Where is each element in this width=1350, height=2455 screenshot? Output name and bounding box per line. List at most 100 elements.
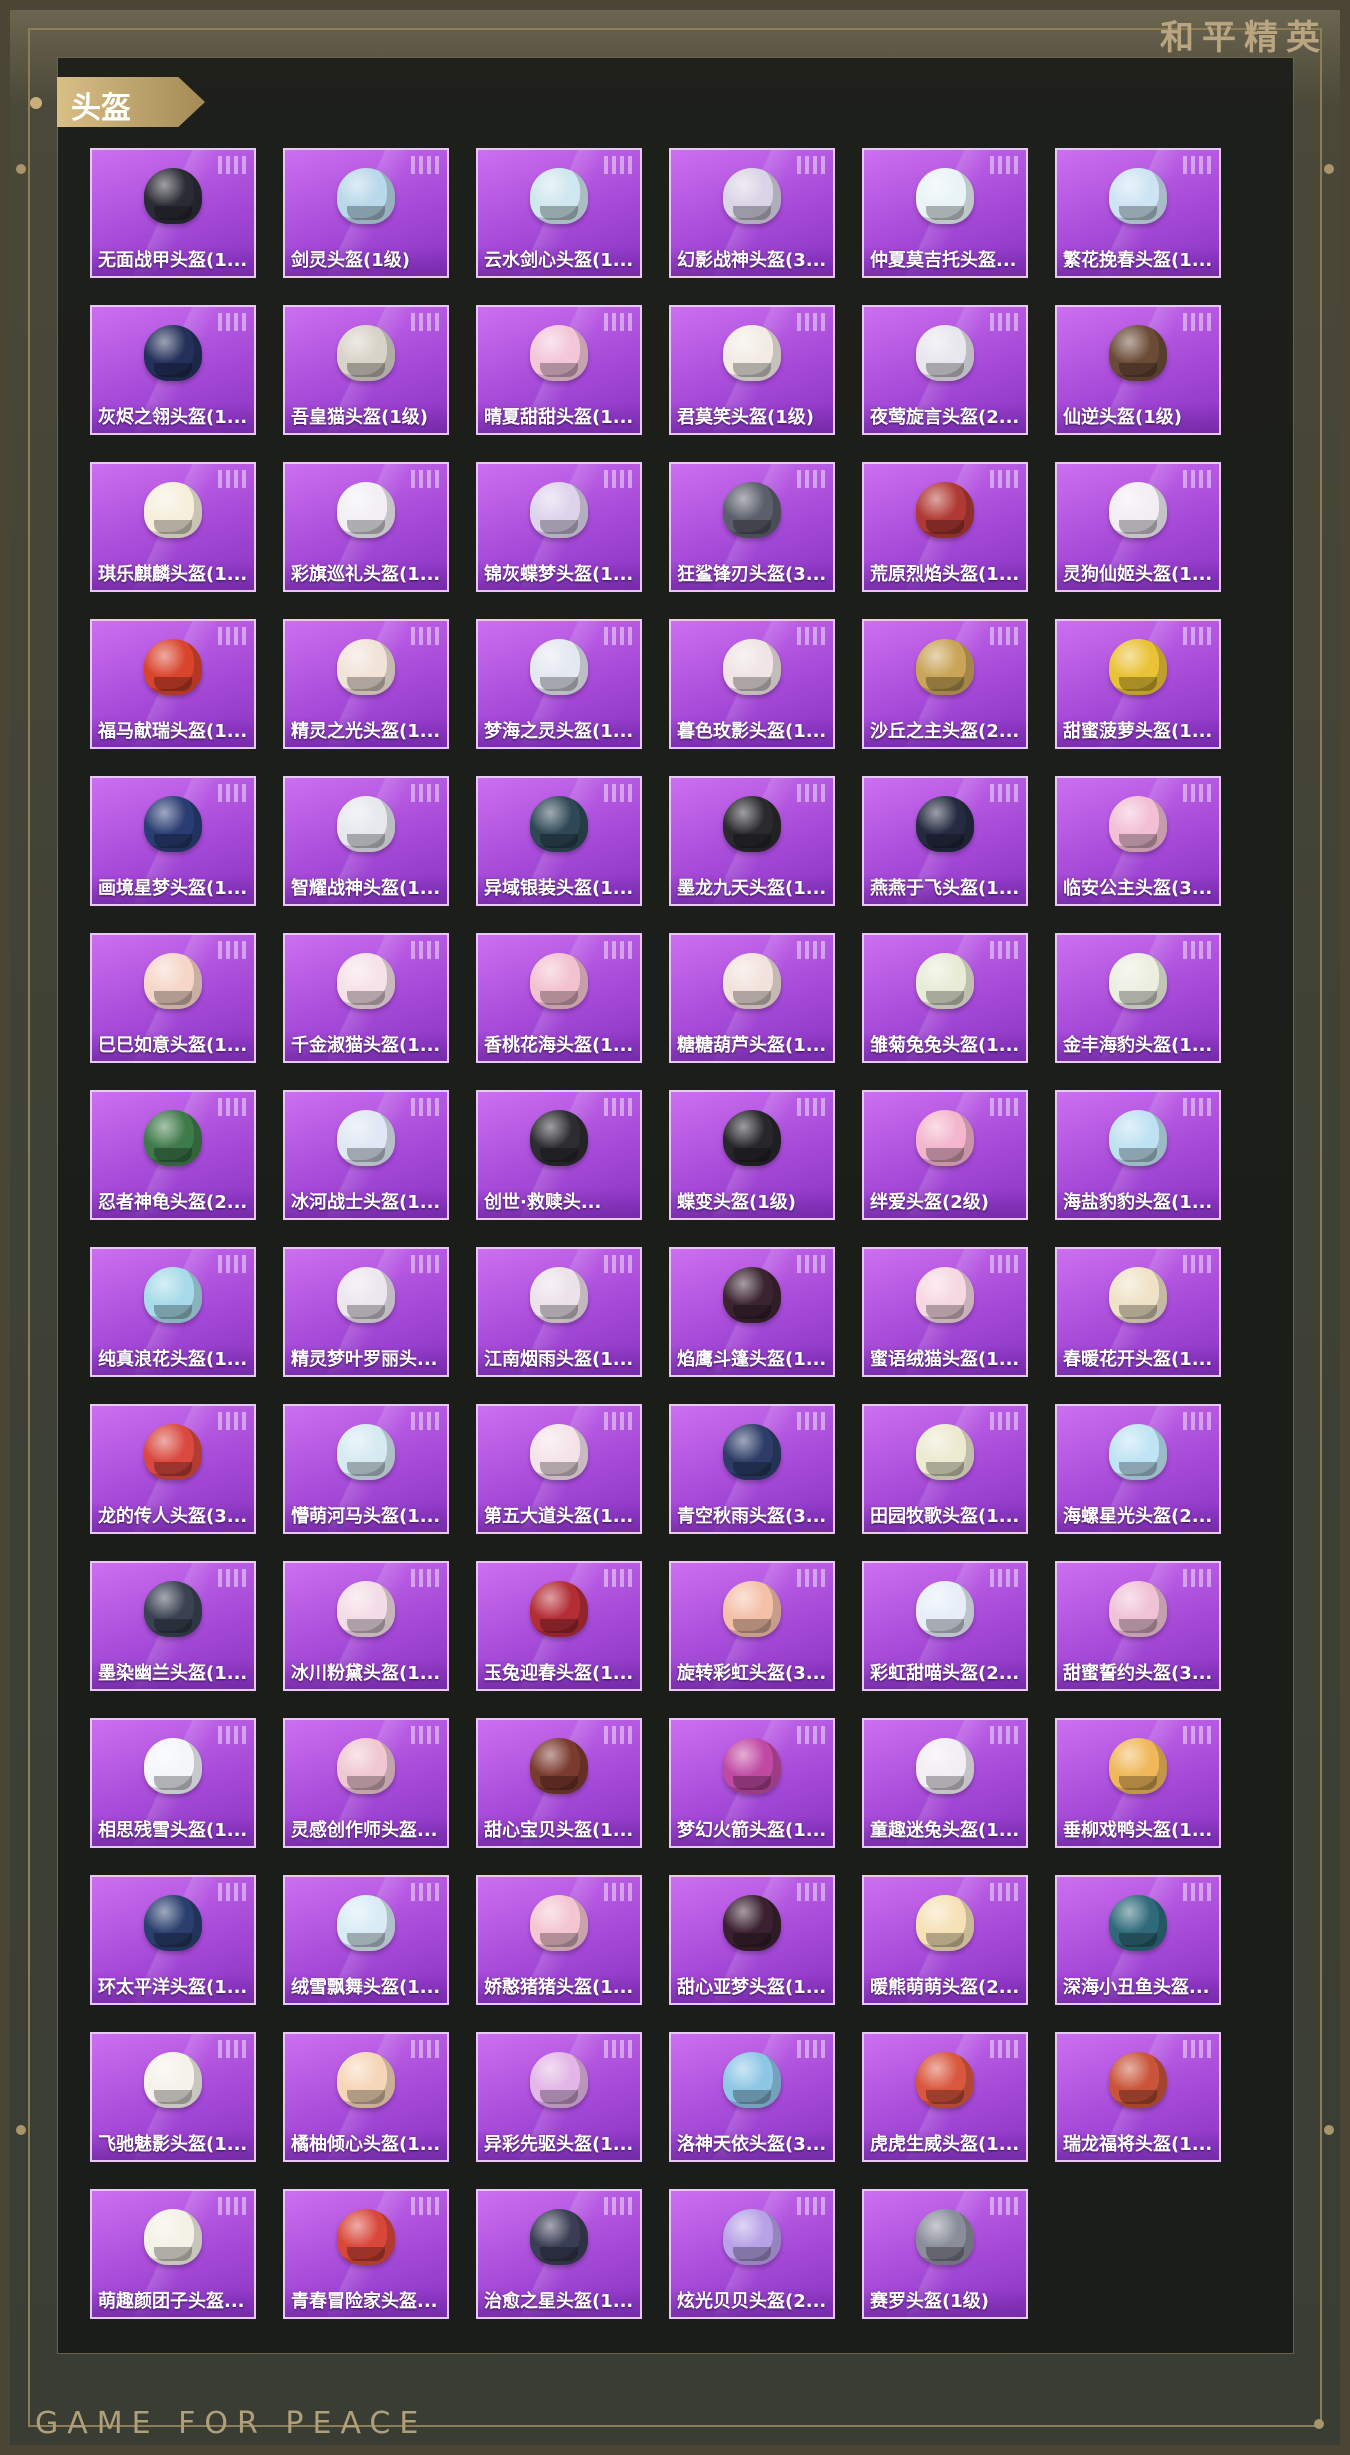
item-card[interactable]: 海盐豹豹头盔(1... <box>1055 1090 1221 1220</box>
item-card[interactable]: 糖糖葫芦头盔(1... <box>669 933 835 1063</box>
item-card[interactable]: 异彩先驱头盔(1... <box>476 2032 642 2162</box>
item-card[interactable]: 第五大道头盔(1... <box>476 1404 642 1534</box>
item-card[interactable]: 玉兔迎春头盔(1... <box>476 1561 642 1691</box>
item-card[interactable]: 冰河战士头盔(1... <box>283 1090 449 1220</box>
item-card[interactable]: 绊爱头盔(2级) <box>862 1090 1028 1220</box>
item-card[interactable]: 荒原烈焰头盔(1... <box>862 462 1028 592</box>
item-label: 江南烟雨头盔(1... <box>478 1345 640 1375</box>
item-card[interactable]: 甜心亚梦头盔(1... <box>669 1875 835 2005</box>
item-card[interactable]: 治愈之星头盔(1... <box>476 2189 642 2319</box>
item-card[interactable]: 蝶变头盔(1级) <box>669 1090 835 1220</box>
item-card[interactable]: 吾皇猫头盔(1级) <box>283 305 449 435</box>
item-card[interactable]: 云水剑心头盔(1... <box>476 148 642 278</box>
item-card[interactable]: 精灵之光头盔(1... <box>283 619 449 749</box>
item-card[interactable]: 童趣迷兔头盔(1... <box>862 1718 1028 1848</box>
item-card[interactable]: 蜜语绒猫头盔(1... <box>862 1247 1028 1377</box>
item-card[interactable]: 金丰海豹头盔(1... <box>1055 933 1221 1063</box>
item-card[interactable]: 旋转彩虹头盔(3... <box>669 1561 835 1691</box>
item-card[interactable]: 异域银装头盔(1... <box>476 776 642 906</box>
item-card[interactable]: 沙丘之主头盔(2... <box>862 619 1028 749</box>
item-card[interactable]: 巳巳如意头盔(1... <box>90 933 256 1063</box>
item-card[interactable]: 梦海之灵头盔(1... <box>476 619 642 749</box>
item-card[interactable]: 剑灵头盔(1级) <box>283 148 449 278</box>
item-card[interactable]: 创世·救赎头... <box>476 1090 642 1220</box>
item-card[interactable]: 彩虹甜喵头盔(2... <box>862 1561 1028 1691</box>
helmet-icon <box>144 482 202 538</box>
item-card[interactable]: 香桃花海头盔(1... <box>476 933 642 1063</box>
item-card[interactable]: 临安公主头盔(3... <box>1055 776 1221 906</box>
item-card[interactable]: 狂鲨锋刃头盔(3... <box>669 462 835 592</box>
item-card[interactable]: 燕燕于飞头盔(1... <box>862 776 1028 906</box>
item-card[interactable]: 飞驰魅影头盔(1... <box>90 2032 256 2162</box>
item-label: 橘柚倾心头盔(1... <box>285 2130 447 2160</box>
item-card[interactable]: 深海小丑鱼头盔... <box>1055 1875 1221 2005</box>
rarity-bars-icon <box>411 941 439 959</box>
item-card[interactable]: 无面战甲头盔(1... <box>90 148 256 278</box>
item-card[interactable]: 虎虎生威头盔(1... <box>862 2032 1028 2162</box>
helmet-icon <box>916 1424 974 1480</box>
item-card[interactable]: 暖熊萌萌头盔(2... <box>862 1875 1028 2005</box>
item-card[interactable]: 忍者神龟头盔(2... <box>90 1090 256 1220</box>
brand-logo-text: 和平精英 <box>1160 18 1328 58</box>
item-card[interactable]: 垂柳戏鸭头盔(1... <box>1055 1718 1221 1848</box>
item-card[interactable]: 君莫笑头盔(1级) <box>669 305 835 435</box>
item-card[interactable]: 冰川粉黛头盔(1... <box>283 1561 449 1691</box>
item-card[interactable]: 彩旗巡礼头盔(1... <box>283 462 449 592</box>
item-card[interactable]: 灵感创作师头盔... <box>283 1718 449 1848</box>
item-card[interactable]: 夜莺旋言头盔(2... <box>862 305 1028 435</box>
item-label: 纯真浪花头盔(1... <box>92 1345 254 1375</box>
item-card[interactable]: 琪乐麒麟头盔(1... <box>90 462 256 592</box>
item-card[interactable]: 相思残雪头盔(1... <box>90 1718 256 1848</box>
item-card[interactable]: 画境星梦头盔(1... <box>90 776 256 906</box>
helmet-icon <box>530 168 588 224</box>
item-card[interactable]: 梦幻火箭头盔(1... <box>669 1718 835 1848</box>
item-card[interactable]: 绒雪飘舞头盔(1... <box>283 1875 449 2005</box>
item-card[interactable]: 青春冒险家头盔... <box>283 2189 449 2319</box>
rarity-bars-icon <box>604 1412 632 1430</box>
item-card[interactable]: 橘柚倾心头盔(1... <box>283 2032 449 2162</box>
item-card[interactable]: 瑞龙福将头盔(1... <box>1055 2032 1221 2162</box>
item-card[interactable]: 焰鹰斗篷头盔(1... <box>669 1247 835 1377</box>
item-card[interactable]: 暮色玫影头盔(1... <box>669 619 835 749</box>
item-label: 海盐豹豹头盔(1... <box>1057 1188 1219 1218</box>
item-label: 千金淑猫头盔(1... <box>285 1031 447 1061</box>
item-card[interactable]: 纯真浪花头盔(1... <box>90 1247 256 1377</box>
item-card[interactable]: 繁花挽春头盔(1... <box>1055 148 1221 278</box>
rarity-bars-icon <box>1183 627 1211 645</box>
item-card[interactable]: 赛罗头盔(1级) <box>862 2189 1028 2319</box>
item-card[interactable]: 灵狗仙姬头盔(1... <box>1055 462 1221 592</box>
item-card[interactable]: 娇憨猪猪头盔(1... <box>476 1875 642 2005</box>
item-card[interactable]: 青空秋雨头盔(3... <box>669 1404 835 1534</box>
item-card[interactable]: 千金淑猫头盔(1... <box>283 933 449 1063</box>
helmet-icon <box>144 2052 202 2108</box>
item-card[interactable]: 精灵梦叶罗丽头... <box>283 1247 449 1377</box>
item-card[interactable]: 灰烬之翎头盔(1... <box>90 305 256 435</box>
item-card[interactable]: 幻影战神头盔(3... <box>669 148 835 278</box>
item-label: 萌趣颜团子头盔... <box>92 2287 254 2317</box>
item-card[interactable]: 仲夏莫吉托头盔... <box>862 148 1028 278</box>
rarity-bars-icon <box>797 1569 825 1587</box>
rarity-bars-icon <box>990 627 1018 645</box>
item-card[interactable]: 田园牧歌头盔(1... <box>862 1404 1028 1534</box>
item-card[interactable]: 江南烟雨头盔(1... <box>476 1247 642 1377</box>
item-card[interactable]: 锦灰蝶梦头盔(1... <box>476 462 642 592</box>
item-card[interactable]: 萌趣颜团子头盔... <box>90 2189 256 2319</box>
item-card[interactable]: 甜蜜誓约头盔(3... <box>1055 1561 1221 1691</box>
item-card[interactable]: 龙的传人头盔(3... <box>90 1404 256 1534</box>
item-card[interactable]: 海螺星光头盔(2... <box>1055 1404 1221 1534</box>
item-card[interactable]: 懵萌河马头盔(1... <box>283 1404 449 1534</box>
item-card[interactable]: 洛神天依头盔(3... <box>669 2032 835 2162</box>
item-card[interactable]: 雏菊兔兔头盔(1... <box>862 933 1028 1063</box>
item-card[interactable]: 甜心宝贝头盔(1... <box>476 1718 642 1848</box>
item-card[interactable]: 墨龙九天头盔(1... <box>669 776 835 906</box>
item-card[interactable]: 仙逆头盔(1级) <box>1055 305 1221 435</box>
item-card[interactable]: 甜蜜菠萝头盔(1... <box>1055 619 1221 749</box>
item-card[interactable]: 福马献瑞头盔(1... <box>90 619 256 749</box>
rarity-bars-icon <box>797 313 825 331</box>
item-card[interactable]: 智耀战神头盔(1... <box>283 776 449 906</box>
item-card[interactable]: 炫光贝贝头盔(2... <box>669 2189 835 2319</box>
item-card[interactable]: 墨染幽兰头盔(1... <box>90 1561 256 1691</box>
item-card[interactable]: 晴夏甜甜头盔(1... <box>476 305 642 435</box>
item-card[interactable]: 环太平洋头盔(1... <box>90 1875 256 2005</box>
item-card[interactable]: 春暖花开头盔(1... <box>1055 1247 1221 1377</box>
